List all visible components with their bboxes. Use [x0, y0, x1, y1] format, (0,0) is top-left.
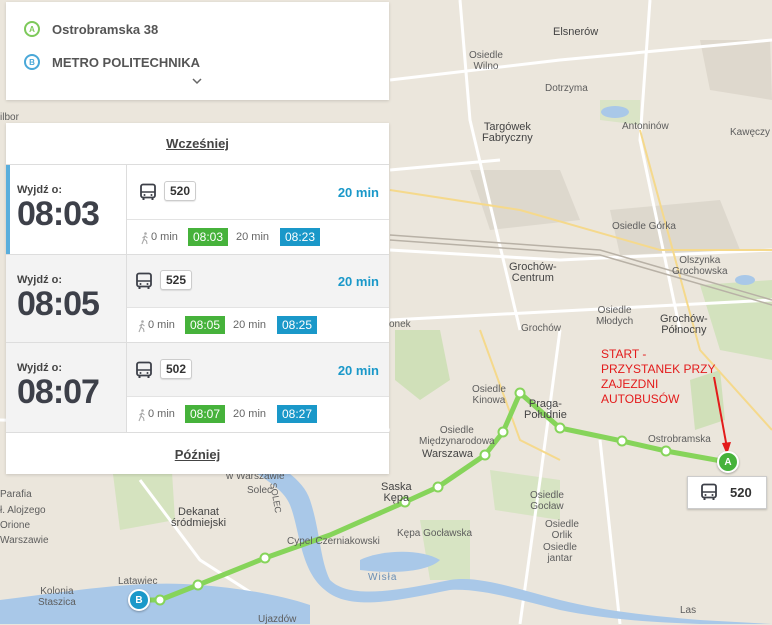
map-label-grochow-centrum: Grochów- Centrum: [509, 261, 557, 284]
map-label-elsnerow: Elsnerów: [553, 26, 599, 38]
map-label-osiedle-kinowa: Osiedle Kinowa: [472, 384, 506, 406]
map-label-kepa-goclawska: Kępa Gocławska: [397, 528, 473, 539]
map-label-grochow-polnocny: Grochów- Północny: [660, 313, 708, 336]
start-stop-row[interactable]: A Ostrobramska 38: [24, 21, 158, 37]
bus-icon: [136, 272, 152, 289]
walk-time: 0 min: [151, 231, 178, 243]
departure-time-block: Wyjdź o: 08:05: [6, 255, 127, 343]
map-label-cypel: Cypel Czerniakowski: [287, 536, 380, 547]
map-label-saska-kepa: Saska Kępa: [381, 481, 412, 504]
trip-duration: 20 min: [337, 274, 379, 289]
later-link[interactable]: Później: [6, 447, 389, 462]
chevron-down-icon[interactable]: [191, 75, 203, 87]
map-label-warszawie-left: Warszawie: [0, 535, 49, 546]
departure-time: 08:07: [17, 373, 100, 411]
end-stop-name: METRO POLITECHNIKA: [52, 54, 201, 70]
depart-time-tag: 08:07: [185, 405, 225, 423]
map-label-dotrzyma: Dotrzyma: [545, 83, 588, 94]
start-stop-name: Ostrobramska 38: [52, 21, 159, 37]
start-marker[interactable]: A: [717, 451, 739, 473]
bus-line-badge: 520: [164, 181, 197, 201]
walk-icon: [141, 232, 148, 245]
map-bus-callout[interactable]: 520: [687, 476, 767, 509]
map-label-targowek: Targówek Fabryczny: [482, 121, 533, 144]
trip-details: 0 min 08:03 20 min 08:23: [127, 219, 389, 256]
bus-icon: [136, 361, 152, 378]
start-badge: A: [24, 21, 40, 37]
arrive-time-tag: 08:27: [277, 405, 317, 423]
arrive-time-tag: 08:25: [277, 316, 317, 334]
map-bus-line-number: 520: [730, 485, 752, 500]
route-panel: A Ostrobramska 38 B METRO POLITECHNIKA: [6, 2, 389, 100]
map-label-warszawa: Warszawa: [422, 448, 473, 460]
map-label-grochow: Grochów: [521, 323, 562, 334]
map-label-ujazdow: Ujazdów: [258, 614, 297, 625]
trip-details: 0 min 08:05 20 min 08:25: [127, 307, 389, 344]
map-label-kaweczyn: Kawęczy: [730, 127, 771, 138]
map-label-wisla: Wisła: [368, 572, 398, 583]
map-label-latawiec: Latawiec: [118, 576, 158, 587]
depart-time-tag: 08:05: [185, 316, 225, 334]
bus-icon: [701, 483, 717, 500]
departure-option-3[interactable]: Wyjdź o: 08:07 502 20 min 0 min 08:07 20…: [6, 342, 389, 433]
map-label-orione: Orione: [0, 520, 31, 531]
bus-line-badge: 525: [160, 270, 193, 290]
map-label-las: Las: [680, 605, 697, 616]
earlier-link[interactable]: Wcześniej: [6, 136, 389, 151]
bus-icon: [140, 183, 156, 200]
departure-time: 08:03: [17, 195, 100, 233]
start-annotation: START - PRZYSTANEK PRZY ZAJEZDNI AUTOBUS…: [601, 347, 716, 406]
map-label-jantar: Osiedle jantar: [543, 542, 577, 564]
departure-time-block: Wyjdź o: 08:07: [6, 343, 127, 433]
trip-details: 0 min 08:07 20 min 08:27: [127, 396, 389, 433]
arrive-time-tag: 08:23: [280, 228, 320, 246]
end-marker[interactable]: B: [128, 589, 150, 611]
departure-option-2[interactable]: Wyjdź o: 08:05 525 20 min 0 min 08:05 20…: [6, 254, 389, 344]
trip-duration: 20 min: [337, 363, 379, 378]
end-badge: B: [24, 54, 40, 70]
ride-time: 20 min: [236, 231, 270, 243]
map-label-antoninow: Antoninów: [622, 121, 669, 132]
map-label-goclaw: Osiedle Gocław: [530, 490, 564, 512]
map-label-parafia: Parafia: [0, 489, 32, 500]
map-label-wilbor: ilbor: [0, 112, 19, 123]
map-label-gorka: Osiedle Górka: [612, 221, 676, 232]
map-label-kolonia-staszica: Kolonia Staszica: [38, 586, 76, 608]
walk-icon: [138, 409, 145, 422]
map-label-osiedle-mlodych: Osiedle Młodych: [596, 305, 634, 327]
departure-time-block: Wyjdź o: 08:03: [6, 165, 127, 255]
map-label-osiedle-wilno: Osiedle Wilno: [469, 50, 503, 72]
later-row: Później: [6, 432, 389, 475]
map-label-ostrobramska: Ostrobramska: [648, 434, 711, 445]
map-label-osiedle-miedzynarodowa: Osiedle Międzynarodowa: [419, 425, 495, 447]
walk-icon: [138, 320, 145, 333]
bus-line-badge: 502: [160, 359, 193, 379]
walk-time: 0 min: [148, 319, 175, 331]
departure-time: 08:05: [17, 285, 100, 323]
departures-panel: Wcześniej Wyjdź o: 08:03 520 20 min 0 mi…: [6, 123, 389, 474]
map-label-alojzego: ł. Alojzego: [0, 505, 46, 516]
map-label-praga-poludnie: Praga- Południe: [524, 398, 567, 421]
map-label-olszynka: Olszynka Grochowska: [672, 255, 728, 277]
depart-time-tag: 08:03: [188, 228, 228, 246]
map-label-dekanat: Dekanat śródmiejski: [171, 506, 227, 529]
ride-time: 20 min: [233, 319, 267, 331]
ride-time: 20 min: [233, 408, 267, 420]
end-stop-row[interactable]: B METRO POLITECHNIKA: [24, 54, 200, 70]
trip-duration: 20 min: [337, 185, 379, 200]
map-label-orlik: Osiedle Orlik: [545, 519, 579, 541]
walk-time: 0 min: [148, 408, 175, 420]
departure-option-1[interactable]: Wyjdź o: 08:03 520 20 min 0 min 08:03 20…: [6, 164, 389, 255]
map-label-onek: onek: [389, 319, 411, 330]
